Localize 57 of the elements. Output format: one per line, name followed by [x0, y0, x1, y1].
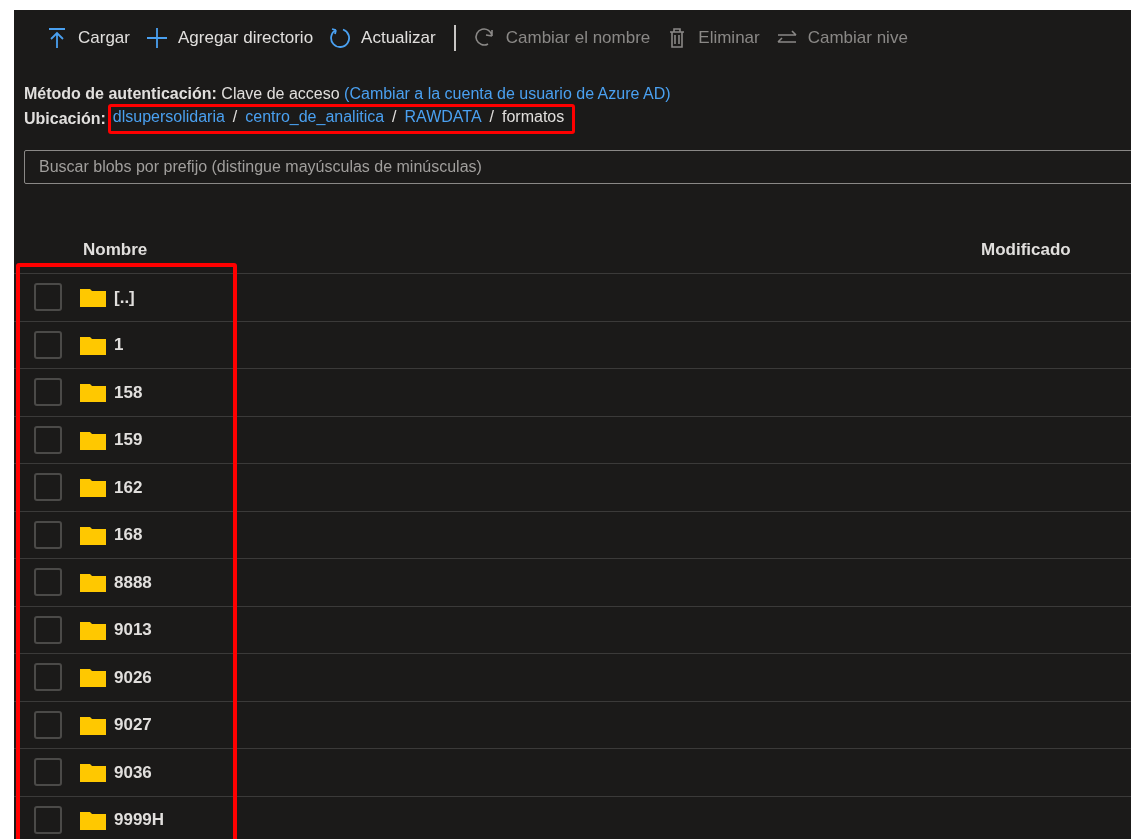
folder-name[interactable]: 162	[114, 474, 143, 500]
refresh-icon	[329, 27, 352, 49]
breadcrumb-link[interactable]: dlsupersolidaria	[112, 107, 225, 127]
folder-name[interactable]: 9999H	[114, 807, 165, 833]
breadcrumb-link[interactable]: centro_de_analitica	[245, 107, 385, 127]
folder-icon	[80, 762, 106, 783]
redo-icon	[473, 27, 496, 49]
folder-icon	[80, 619, 106, 640]
toolbar-button[interactable]: Agregar directorio	[137, 18, 322, 58]
row-checkbox[interactable]	[34, 283, 62, 312]
plus-icon	[145, 27, 168, 49]
row-checkbox[interactable]	[34, 378, 62, 407]
auth-value: Clave de acceso	[221, 85, 340, 102]
folder-icon	[80, 382, 106, 403]
folder-name[interactable]: 9027	[114, 712, 152, 738]
breadcrumb-separator: /	[489, 107, 494, 127]
folder-name[interactable]: 8888	[114, 569, 152, 595]
folder-icon	[80, 287, 106, 308]
folder-name[interactable]: 168	[114, 522, 143, 548]
column-header[interactable]: Modificado	[981, 236, 1131, 263]
folder-name[interactable]: 9026	[114, 664, 152, 690]
folder-icon	[80, 477, 106, 498]
folder-name[interactable]: 9036	[114, 759, 152, 785]
row-checkbox[interactable]	[34, 473, 62, 502]
breadcrumb-current: formatos	[502, 107, 565, 127]
upload-icon	[46, 27, 68, 49]
breadcrumb-separator: /	[232, 107, 238, 127]
row-checkbox[interactable]	[34, 758, 62, 787]
row-checkbox[interactable]	[34, 663, 62, 692]
row-checkbox[interactable]	[34, 568, 62, 597]
breadcrumb-separator: /	[392, 107, 397, 127]
folder-name[interactable]: 1	[114, 332, 124, 358]
folder-name[interactable]: 9013	[114, 617, 152, 643]
folder-name[interactable]: [..]	[114, 284, 135, 310]
breadcrumb-link[interactable]: RAWDATA	[404, 107, 482, 127]
switch-account-link[interactable]: (Cambiar a la cuenta de usuario de Azure AD)	[344, 85, 671, 102]
row-checkbox[interactable]	[34, 425, 62, 454]
row-checkbox[interactable]	[34, 615, 62, 644]
folder-icon	[80, 667, 106, 688]
row-checkbox[interactable]	[34, 805, 62, 834]
folder-icon	[80, 714, 106, 735]
folder-icon	[80, 524, 106, 545]
toolbar-button[interactable]: Cargar	[38, 18, 138, 58]
folder-icon	[80, 429, 106, 450]
folder-icon	[80, 809, 106, 830]
toolbar-button[interactable]: Actualizar	[321, 18, 444, 58]
location-label: Ubicación:	[24, 109, 106, 129]
folder-name[interactable]: 159	[114, 427, 143, 453]
row-checkbox[interactable]	[34, 520, 62, 549]
auth-label: Método de autenticación:	[24, 85, 217, 102]
row-checkbox[interactable]	[34, 330, 62, 359]
folder-icon	[80, 334, 106, 355]
folder-icon	[80, 572, 106, 593]
row-checkbox[interactable]	[34, 710, 62, 739]
column-header[interactable]: Nombre	[83, 236, 148, 263]
search-field[interactable]: Buscar blobs por prefijo (distingue mayúsculas de minúsculas)	[24, 150, 1131, 184]
folder-name[interactable]: 158	[114, 379, 143, 405]
